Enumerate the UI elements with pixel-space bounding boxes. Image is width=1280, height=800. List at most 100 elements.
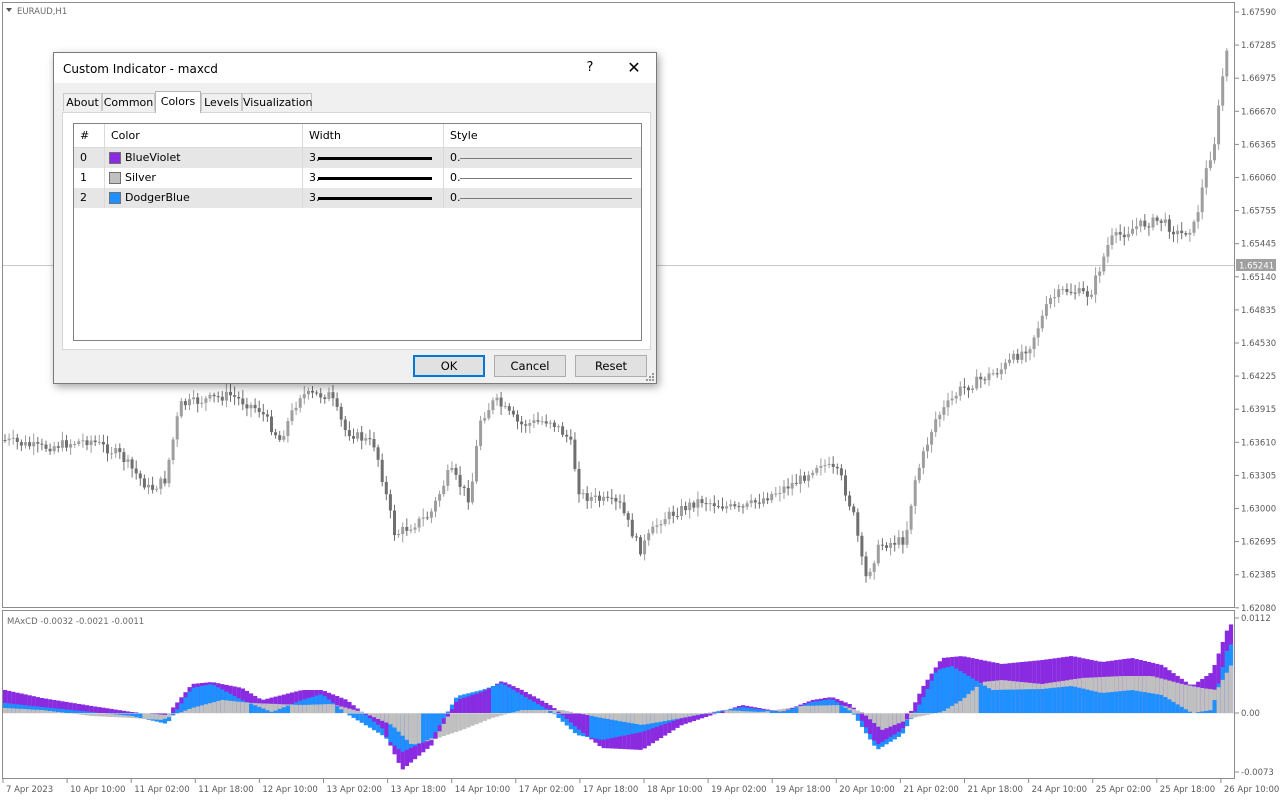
candle-body	[581, 493, 585, 495]
style-cell[interactable]: 0.	[444, 168, 641, 188]
indicator-bar-silver	[667, 713, 672, 721]
tab-about[interactable]: About	[63, 93, 102, 111]
candle-body	[224, 391, 228, 401]
candle-body	[339, 406, 343, 420]
width-cell[interactable]: 3.	[303, 188, 444, 208]
colors-panel: # Color Width Style 0 BlueViolet 3. 0. 1…	[62, 112, 651, 350]
indicator-bar-blue	[593, 713, 598, 739]
time-tick-label: 12 Apr 10:00	[262, 785, 317, 795]
time-tick-label: 11 Apr 02:00	[134, 785, 189, 795]
candle-body	[1020, 351, 1024, 360]
width-cell[interactable]: 3.	[303, 148, 444, 168]
candle-body	[987, 373, 991, 381]
indicator-bar-silver	[675, 713, 680, 719]
candle-body	[630, 519, 634, 537]
indicator-bar-silver	[765, 711, 770, 713]
candle-body	[1053, 297, 1057, 299]
style-cell[interactable]: 0.	[444, 148, 641, 168]
candle-body	[1135, 226, 1139, 229]
resize-grip-icon[interactable]	[646, 373, 654, 381]
candle-body	[364, 438, 368, 441]
candle-body	[766, 498, 770, 501]
tab-levels[interactable]: Levels	[201, 93, 242, 111]
indicator-bar-violet	[93, 706, 98, 713]
time-tick-label: 11 Apr 18:00	[198, 785, 253, 795]
indicator-bar-silver	[1208, 689, 1213, 713]
candle-body	[835, 466, 839, 469]
price-tick-label: 1.64225	[1241, 372, 1276, 382]
indicator-bar-silver	[974, 686, 979, 713]
candle-body	[934, 419, 938, 433]
indicator-bar-violet	[905, 713, 910, 720]
indicator-bar-silver	[970, 690, 975, 713]
indicator-bar-silver	[470, 713, 475, 726]
candle-body	[179, 401, 183, 417]
table-row[interactable]: 1 Silver 3. 0.	[74, 168, 641, 188]
style-cell[interactable]: 0.	[444, 188, 641, 208]
candle-body	[356, 432, 360, 439]
indicator-bar-blue	[93, 712, 98, 713]
indicator-bar-silver	[351, 709, 356, 713]
candle-body	[429, 511, 433, 518]
candle-body	[782, 486, 786, 493]
indicator-bar-blue	[490, 686, 496, 713]
candle-body	[376, 447, 380, 460]
indicator-bar-silver	[937, 712, 942, 713]
indicator-bar-violet	[130, 712, 135, 713]
indicator-bar-silver	[962, 697, 967, 713]
indicator-bar-silver	[11, 708, 16, 713]
candle-body	[930, 432, 934, 445]
help-button[interactable]: ?	[577, 53, 603, 83]
indicator-bar-silver	[511, 712, 516, 713]
candle-body	[466, 488, 470, 503]
indicator-bar-blue	[1023, 689, 1029, 713]
indicator-bar-silver	[560, 710, 565, 713]
color-cell[interactable]: DodgerBlue	[105, 188, 303, 208]
ok-button[interactable]: OK	[413, 355, 485, 377]
indicator-bar-blue	[1101, 692, 1106, 713]
candle-body	[692, 502, 696, 508]
candle-body	[245, 404, 249, 409]
candle-body	[971, 388, 975, 390]
candle-body	[872, 563, 876, 572]
color-cell[interactable]: Silver	[105, 168, 303, 188]
price-tick-label: 1.62695	[1241, 538, 1276, 548]
tab-common[interactable]: Common	[102, 93, 155, 111]
indicator-bar-violet	[913, 702, 918, 713]
indicator-bar-silver	[679, 713, 684, 719]
indicator-bar-silver	[232, 701, 237, 713]
candle-body	[1131, 228, 1134, 234]
indicator-bar-blue	[1118, 691, 1123, 713]
indicator-bar-blue	[1028, 689, 1033, 713]
indicator-bar-silver	[851, 709, 856, 713]
candle-body	[85, 440, 89, 446]
candle-body	[462, 486, 466, 488]
indicator-bar-violet	[171, 707, 176, 713]
width-cell[interactable]: 3.	[303, 168, 444, 188]
indicator-bar-silver	[35, 709, 40, 713]
tab-visualization[interactable]: Visualization	[242, 93, 312, 111]
candle-body	[643, 540, 647, 555]
close-icon[interactable]: ✕	[619, 53, 649, 83]
candle-body	[65, 440, 68, 448]
width-line-sample	[318, 177, 432, 180]
candle-body	[1172, 231, 1175, 235]
candle-body	[89, 440, 93, 445]
table-row[interactable]: 2 DodgerBlue 3. 0.	[74, 188, 641, 208]
table-row[interactable]: 0 BlueViolet 3. 0.	[74, 148, 641, 168]
dialog-titlebar[interactable]: Custom Indicator - maxcd ? ✕	[54, 53, 656, 83]
indicator-bar-blue	[1069, 686, 1074, 713]
reset-button[interactable]: Reset	[575, 355, 647, 377]
width-line-sample	[318, 197, 432, 200]
indicator-bar-silver	[1216, 687, 1221, 713]
indicator-bar-silver	[1183, 684, 1188, 713]
color-cell[interactable]: BlueViolet	[105, 148, 303, 168]
style-line-sample	[460, 198, 632, 199]
tab-colors[interactable]: Colors	[155, 91, 201, 113]
indicator-bar-blue	[503, 684, 508, 713]
candle-body	[716, 506, 720, 508]
indicator-bar-blue	[925, 689, 930, 713]
indicator-bar-silver	[380, 713, 385, 721]
candle-body	[196, 397, 200, 404]
cancel-button[interactable]: Cancel	[494, 355, 566, 377]
